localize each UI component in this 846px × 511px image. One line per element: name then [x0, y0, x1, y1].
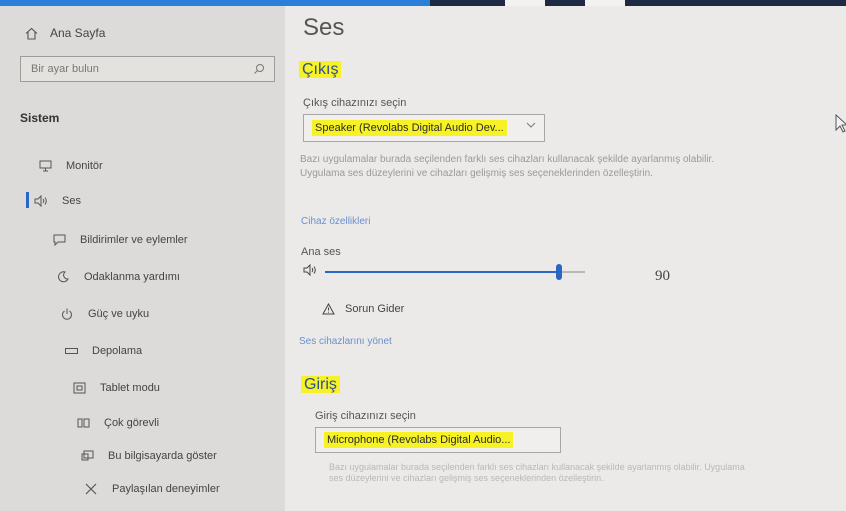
input-device-value: Microphone (Revolabs Digital Audio...	[324, 432, 514, 448]
sidebar-item-label: Depolama	[92, 345, 143, 357]
input-description: Bazı uygulamalar burada seçilenden farkl…	[329, 462, 745, 483]
sidebar-section-title: Sistem	[20, 111, 60, 125]
manage-sound-devices-link[interactable]: Ses cihazlarını yönet	[299, 336, 392, 347]
chevron-down-icon	[526, 121, 536, 132]
sidebar-item-label: Monitör	[66, 160, 103, 172]
sidebar-item-tablet-mode[interactable]: Tablet modu	[72, 381, 160, 395]
settings-search-input[interactable]: Bir ayar bulun	[20, 56, 275, 82]
settings-sidebar: Ana Sayfa Bir ayar bulun Sistem Monitör …	[0, 6, 285, 511]
sidebar-item-label: Tablet modu	[100, 382, 160, 394]
search-icon	[252, 62, 266, 76]
volume-fill	[325, 270, 559, 273]
sidebar-item-label: Güç ve uyku	[88, 308, 150, 320]
output-description: Bazı uygulamalar burada seçilenden farkl…	[300, 154, 715, 179]
master-volume-slider-row	[303, 263, 585, 280]
sidebar-item-power-sleep[interactable]: Güç ve uyku	[60, 307, 149, 321]
sidebar-item-label: Ses	[62, 195, 81, 207]
volume-value: 90	[655, 268, 670, 284]
sidebar-item-focus-assist[interactable]: Odaklanma yardımı	[56, 270, 180, 284]
storage-icon	[64, 344, 78, 358]
sidebar-item-label: Bu bilgisayarda göster	[108, 450, 217, 462]
warning-icon	[321, 302, 335, 316]
troubleshoot-label: Sorun Gider	[345, 303, 405, 315]
home-nav-item[interactable]: Ana Sayfa	[24, 26, 105, 40]
mouse-cursor-icon	[835, 113, 846, 139]
sidebar-item-label: Odaklanma yardımı	[84, 271, 180, 283]
output-device-value: Speaker (Revolabs Digital Audio Dev...	[312, 120, 507, 136]
input-device-dropdown[interactable]: Microphone (Revolabs Digital Audio...	[315, 427, 561, 453]
output-section-heading: Çıkış	[299, 61, 342, 79]
sidebar-item-label: Paylaşılan deneyimler	[112, 483, 220, 495]
page-title: Ses	[303, 14, 345, 41]
output-device-label: Çıkış cihazınızı seçin	[303, 97, 407, 109]
speaker-icon	[34, 194, 48, 208]
sidebar-item-sound[interactable]: Ses	[26, 192, 81, 208]
sound-settings-panel: Ses Çıkış Çıkış cihazınızı seçin Speaker…	[285, 6, 846, 511]
sidebar-item-notifications[interactable]: Bildirimler ve eylemler	[52, 233, 188, 247]
input-device-label: Giriş cihazınızı seçin	[315, 410, 416, 422]
shared-icon	[84, 482, 98, 496]
sidebar-item-project[interactable]: Bu bilgisayarda göster	[80, 449, 217, 463]
home-label: Ana Sayfa	[50, 26, 106, 40]
search-placeholder: Bir ayar bulun	[31, 63, 99, 75]
sidebar-item-label: Bildirimler ve eylemler	[80, 234, 188, 246]
sidebar-item-label: Çok görevli	[104, 417, 160, 429]
master-volume-label: Ana ses	[301, 246, 341, 258]
multitask-icon	[76, 416, 90, 430]
troubleshoot-button[interactable]: Sorun Gider	[321, 302, 404, 316]
home-icon	[24, 26, 38, 40]
power-icon	[60, 307, 74, 321]
moon-icon	[56, 270, 70, 284]
project-icon	[80, 449, 94, 463]
input-section-heading: Giriş	[301, 376, 340, 394]
volume-slider-thumb[interactable]	[556, 263, 562, 280]
monitor-icon	[38, 159, 52, 173]
volume-icon[interactable]	[303, 263, 325, 279]
master-volume-slider[interactable]	[325, 263, 585, 280]
sidebar-item-multitasking[interactable]: Çok görevli	[76, 416, 159, 430]
sidebar-item-shared-experiences[interactable]: Paylaşılan deneyimler	[84, 482, 220, 496]
device-properties-link[interactable]: Cihaz özellikleri	[301, 216, 370, 227]
notification-icon	[52, 233, 66, 247]
sidebar-item-monitor[interactable]: Monitör	[38, 159, 103, 173]
tablet-icon	[72, 381, 86, 395]
output-device-dropdown[interactable]: Speaker (Revolabs Digital Audio Dev...	[303, 114, 545, 142]
sidebar-item-storage[interactable]: Depolama	[64, 344, 142, 358]
